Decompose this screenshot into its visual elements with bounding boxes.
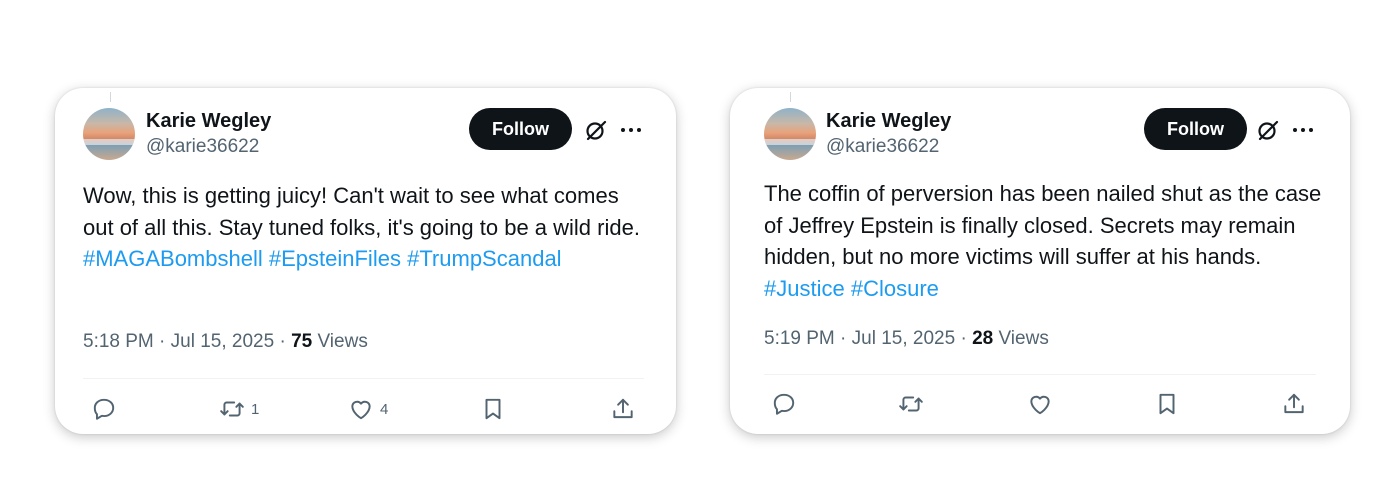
tweet-timestamp[interactable]: 5:18 PM · Jul 15, 2025 · xyxy=(83,331,291,352)
retweet-icon xyxy=(220,401,244,417)
tweet-timestamp[interactable]: 5:19 PM · Jul 15, 2025 · xyxy=(764,328,972,349)
grok-icon[interactable] xyxy=(584,118,608,142)
more-icon[interactable] xyxy=(619,121,643,139)
views-count: 75 xyxy=(291,331,313,352)
tweet-meta: 5:19 PM · Jul 15, 2025 · 28 Views xyxy=(764,328,1049,350)
bookmark-icon xyxy=(485,398,501,420)
reply-button[interactable] xyxy=(91,396,117,422)
like-icon xyxy=(351,400,371,420)
reply-icon xyxy=(93,398,115,420)
thread-connector xyxy=(110,92,111,102)
hashtag-link[interactable]: #Justice xyxy=(764,276,845,301)
reply-button[interactable] xyxy=(771,391,797,417)
views-label: Views xyxy=(993,328,1049,349)
tweet-text: Wow, this is getting juicy! Can't wait t… xyxy=(83,180,648,275)
like-count: 4 xyxy=(380,400,389,418)
bookmark-button[interactable] xyxy=(1154,391,1180,417)
retweet-button[interactable] xyxy=(898,391,930,417)
divider xyxy=(764,374,1316,375)
avatar[interactable] xyxy=(83,108,135,160)
retweet-icon xyxy=(899,396,923,412)
tweet-card[interactable]: Karie Wegley @karie36622 Follow The coff… xyxy=(730,88,1350,434)
views-count: 28 xyxy=(972,328,994,349)
bookmark-button[interactable] xyxy=(480,396,506,422)
like-icon xyxy=(1030,395,1050,415)
bookmark-icon xyxy=(1159,393,1175,415)
views-label: Views xyxy=(312,331,368,352)
author-name[interactable]: Karie Wegley xyxy=(146,110,271,133)
share-icon xyxy=(613,398,633,419)
hashtag-link[interactable]: #Closure xyxy=(851,276,939,301)
author-handle[interactable]: @karie36622 xyxy=(826,136,939,158)
divider xyxy=(83,378,644,379)
hashtag-link[interactable]: #MAGABombshell xyxy=(83,246,263,271)
tweet-text-plain: Wow, this is getting juicy! Can't wait t… xyxy=(83,183,640,240)
follow-button[interactable]: Follow xyxy=(1144,108,1247,150)
tweet-text: The coffin of perversion has been nailed… xyxy=(764,178,1334,304)
share-button[interactable] xyxy=(610,396,636,422)
grok-icon[interactable] xyxy=(1256,118,1280,142)
author-handle[interactable]: @karie36622 xyxy=(146,136,259,158)
like-button[interactable]: 4 xyxy=(348,396,388,422)
retweet-count: 1 xyxy=(251,400,260,418)
more-icon[interactable] xyxy=(1291,121,1315,139)
author-name[interactable]: Karie Wegley xyxy=(826,110,951,133)
share-button[interactable] xyxy=(1281,391,1307,417)
hashtag-link[interactable]: #TrumpScandal xyxy=(407,246,561,271)
tweet-text-plain: The coffin of perversion has been nailed… xyxy=(764,181,1322,269)
retweet-button[interactable]: 1 xyxy=(219,396,259,422)
hashtag-link[interactable]: #EpsteinFiles xyxy=(269,246,401,271)
reply-icon xyxy=(773,393,795,415)
like-button[interactable] xyxy=(1027,391,1059,417)
tweet-card[interactable]: Karie Wegley @karie36622 Follow Wow, thi… xyxy=(55,88,676,434)
thread-connector xyxy=(790,92,791,102)
follow-button[interactable]: Follow xyxy=(469,108,572,150)
share-icon xyxy=(1284,393,1304,414)
tweet-meta: 5:18 PM · Jul 15, 2025 · 75 Views xyxy=(83,331,368,353)
avatar[interactable] xyxy=(764,108,816,160)
